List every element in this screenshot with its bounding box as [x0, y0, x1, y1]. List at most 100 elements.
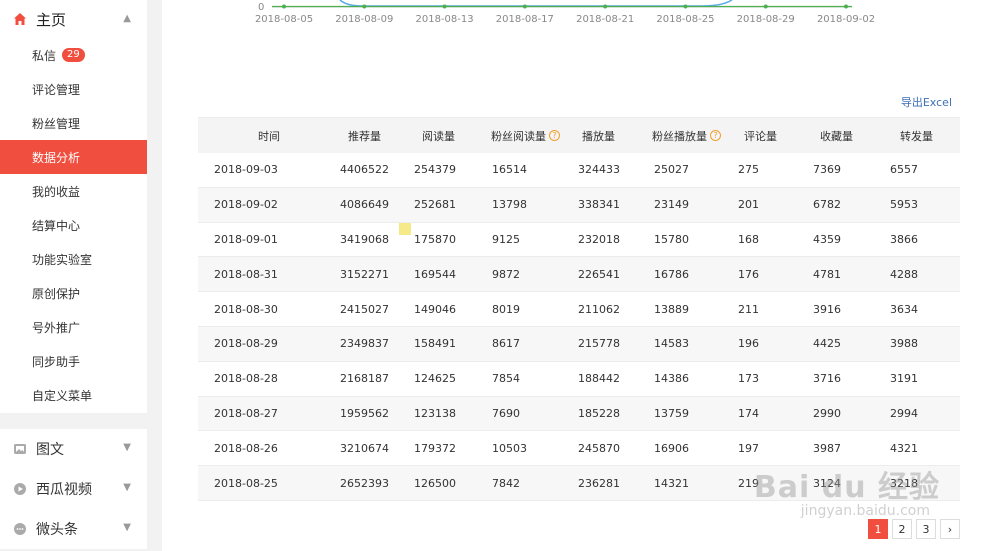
page-button[interactable]: 2	[892, 519, 912, 539]
next-page-button[interactable]: ›	[940, 519, 960, 539]
sidebar-item-label: 原创保护	[32, 286, 81, 301]
sidebar-section: 图文 ▼	[0, 429, 147, 469]
sidebar-item[interactable]: 结算中心	[0, 208, 147, 242]
data-table: 时间 推荐量 阅读量 粉丝阅读量? 播放量 粉丝播放量? 评论量 收藏量 转发量 2018-09…	[198, 117, 960, 501]
column-header: 转发量	[900, 128, 933, 144]
help-icon[interactable]: ?	[549, 130, 560, 141]
column-header-label: 时间	[258, 129, 280, 143]
column-header-label: 推荐量	[348, 129, 381, 143]
column-header: 阅读量	[422, 128, 455, 144]
table-cell: 123138	[414, 406, 456, 420]
help-icon[interactable]: ?	[710, 130, 721, 141]
table-cell: 3419068	[340, 232, 389, 246]
column-header-label: 转发量	[900, 129, 933, 143]
table-row: 2018-08-31 3152271 169544 9872 226541 16786 17…	[198, 257, 960, 293]
sidebar-item[interactable]: 粉丝管理	[0, 106, 147, 140]
sidebar-home[interactable]: 主页 ▲	[0, 0, 147, 38]
table-cell: 3916	[813, 302, 841, 316]
table-cell: 7369	[813, 163, 841, 177]
table-cell: 2349837	[340, 337, 389, 351]
table-cell: 8019	[492, 302, 520, 316]
sidebar-item[interactable]: 评论管理	[0, 72, 147, 106]
sidebar-item[interactable]: 私信 29	[0, 38, 147, 72]
column-header: 粉丝阅读量?	[491, 128, 560, 144]
chat-icon	[12, 521, 28, 537]
chevron-down-icon[interactable]: ▼	[123, 442, 131, 453]
x-tick-label: 2018-08-13	[416, 14, 474, 25]
table-cell: 4781	[813, 267, 841, 281]
table-cell: 2018-09-02	[214, 198, 278, 212]
table-cell: 15780	[654, 232, 689, 246]
data-point	[763, 4, 768, 9]
sidebar-item[interactable]: 同步助手	[0, 344, 147, 378]
table-row: 2018-08-29 2349837 158491 8617 215778 14583 19…	[198, 326, 960, 362]
table-cell: 2168187	[340, 372, 389, 386]
column-header: 评论量	[744, 128, 777, 144]
table-cell: 4406522	[340, 163, 389, 177]
export-excel-button[interactable]: 导出Excel	[901, 94, 952, 110]
table-cell: 2652393	[340, 476, 389, 490]
table-cell: 3191	[890, 372, 918, 386]
table-cell: 2018-09-01	[214, 232, 278, 246]
sidebar-item[interactable]: 号外推广	[0, 310, 147, 344]
sidebar-section-label: 西瓜视频	[36, 482, 92, 498]
sidebar-section-header[interactable]: 西瓜视频 ▼	[0, 469, 147, 509]
sidebar-item-label: 自定义菜单	[32, 388, 93, 403]
column-header: 播放量	[582, 128, 615, 144]
table-cell: 174	[738, 406, 759, 420]
sidebar: 主页 ▲ 私信 29 评论管理 粉丝管理数据分析我的收益结算中心功能实验室原创保护号外…	[0, 0, 147, 551]
table-cell: 201	[738, 198, 759, 212]
sidebar-section-header[interactable]: 微头条 ▼	[0, 509, 147, 549]
table-row: 2018-09-03 4406522 254379 16514 324433 25027 2…	[198, 153, 960, 188]
data-point	[362, 4, 367, 9]
table-cell: 245870	[578, 441, 620, 455]
table-cell: 2018-08-25	[214, 476, 278, 490]
sidebar-item[interactable]: 原创保护	[0, 276, 147, 310]
table-cell: 197	[738, 441, 759, 455]
series-line-blue	[339, 0, 733, 7]
table-cell: 2018-08-26	[214, 441, 278, 455]
table-cell: 13759	[654, 406, 689, 420]
chevron-down-icon[interactable]: ▼	[123, 522, 131, 533]
table-cell: 14386	[654, 372, 689, 386]
sidebar-main-block: 主页 ▲ 私信 29 评论管理 粉丝管理数据分析我的收益结算中心功能实验室原创保护号外…	[0, 0, 147, 413]
table-cell: 211	[738, 302, 759, 316]
x-tick-label: 2018-08-05	[255, 14, 313, 25]
page-button[interactable]: 1	[868, 519, 888, 539]
column-header: 粉丝播放量?	[652, 128, 721, 144]
watermark-brand: Bai du 经验	[753, 470, 940, 505]
table-cell: 232018	[578, 232, 620, 246]
sidebar-item[interactable]: 我的收益	[0, 174, 147, 208]
sidebar-item-label: 我的收益	[32, 184, 81, 199]
table-cell: 7842	[492, 476, 520, 490]
sidebar-section-header[interactable]: 图文 ▼	[0, 429, 147, 469]
page-button[interactable]: 3	[916, 519, 936, 539]
sidebar-item-label: 结算中心	[32, 218, 81, 233]
table-cell: 126500	[414, 476, 456, 490]
table-cell: 2994	[890, 406, 918, 420]
column-header-label: 粉丝播放量	[652, 129, 707, 143]
column-header-label: 播放量	[582, 129, 615, 143]
sidebar-item[interactable]: 功能实验室	[0, 242, 147, 276]
table-cell: 3988	[890, 337, 918, 351]
table-cell: 9872	[492, 267, 520, 281]
table-cell: 14583	[654, 337, 689, 351]
chevron-down-icon[interactable]: ▼	[123, 482, 131, 493]
table-cell: 176	[738, 267, 759, 281]
table-cell: 124625	[414, 372, 456, 386]
x-tick-label: 2018-09-02	[817, 14, 875, 25]
sidebar-item[interactable]: 自定义菜单	[0, 378, 147, 412]
column-header-label: 粉丝阅读量	[491, 129, 546, 143]
table-row: 2018-08-30 2415027 149046 8019 211062 13889 21…	[198, 292, 960, 327]
sidebar-item[interactable]: 数据分析	[0, 140, 147, 174]
sidebar-section-label: 图文	[36, 442, 64, 458]
table-cell: 3716	[813, 372, 841, 386]
column-header-label: 收藏量	[820, 129, 853, 143]
table-cell: 25027	[654, 163, 689, 177]
y-tick-label: 0	[258, 2, 264, 13]
sidebar-item-label: 数据分析	[32, 150, 81, 165]
chevron-up-icon[interactable]: ▲	[123, 13, 131, 24]
sidebar-section-label: 微头条	[36, 522, 78, 538]
data-point	[683, 4, 688, 9]
table-row: 2018-09-01 3419068 175870 9125 232018 15780 16…	[198, 223, 960, 258]
